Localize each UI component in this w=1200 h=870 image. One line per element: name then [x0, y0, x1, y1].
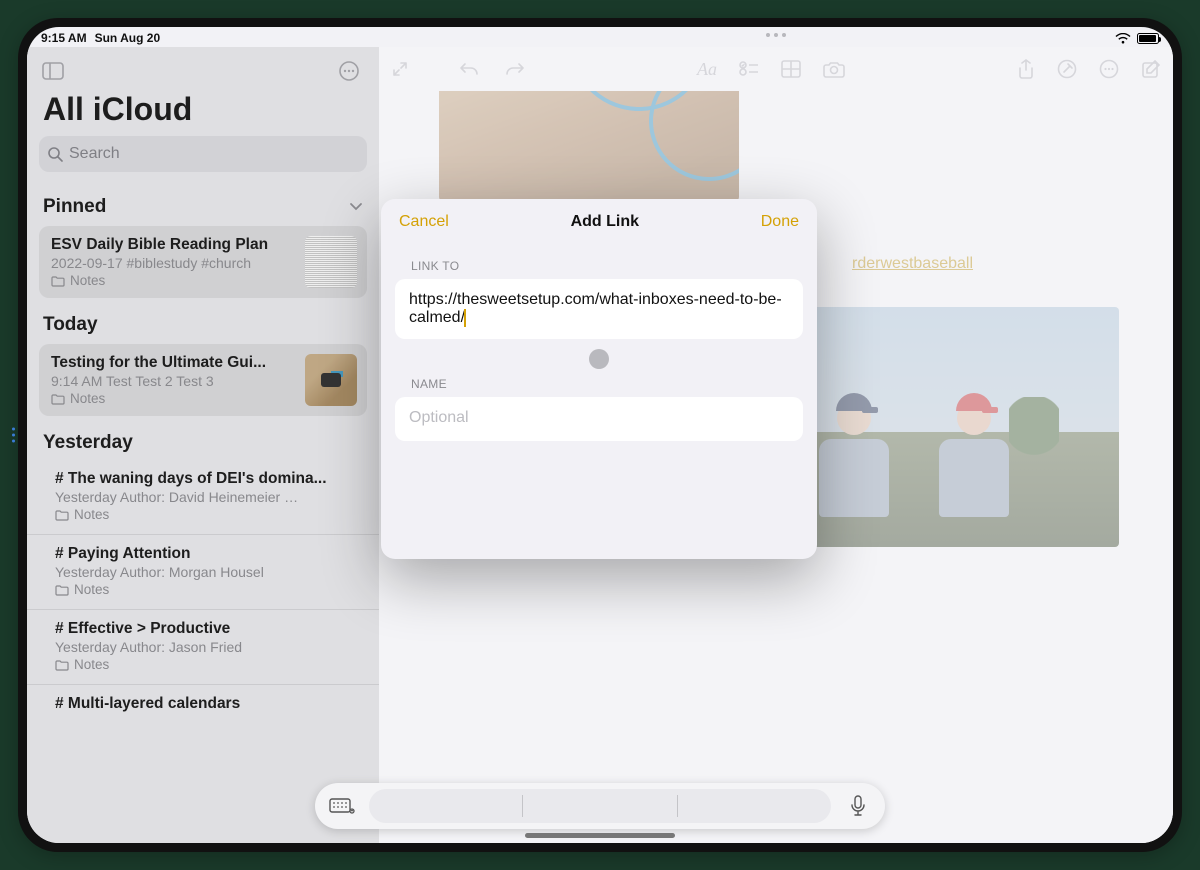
- note-thumbnail: [305, 354, 357, 406]
- note-item-pinned-0[interactable]: ESV Daily Bible Reading Plan 2022-09-17 …: [39, 226, 367, 298]
- done-button[interactable]: Done: [761, 213, 799, 231]
- status-date: Sun Aug 20: [95, 31, 161, 45]
- wifi-icon: [1115, 33, 1131, 44]
- modal-title: Add Link: [571, 213, 639, 231]
- status-time: 9:15 AM: [41, 31, 87, 45]
- battery-icon: [1137, 33, 1159, 44]
- section-pinned[interactable]: Pinned: [27, 182, 379, 224]
- quicktype-bar: [315, 783, 885, 829]
- note-item-today-0[interactable]: Testing for the Ultimate Gui... 9:14 AM …: [39, 344, 367, 416]
- note-item-y3[interactable]: # Multi-layered calendars: [27, 684, 379, 725]
- ipad-frame: 9:15 AM Sun Aug 20: [18, 18, 1182, 852]
- name-label: NAME: [381, 373, 817, 397]
- page-title: All iCloud: [27, 91, 379, 136]
- screen: 9:15 AM Sun Aug 20: [27, 27, 1173, 843]
- name-field[interactable]: Optional: [395, 397, 803, 441]
- status-bar: 9:15 AM Sun Aug 20: [27, 27, 1173, 47]
- notes-sidebar: All iCloud Search Pinned ESV Daily Bible: [27, 47, 379, 843]
- drag-handle-icon[interactable]: [589, 349, 609, 369]
- keyboard-icon[interactable]: [321, 788, 363, 824]
- quicktype-field[interactable]: [369, 789, 831, 823]
- note-item-y1[interactable]: # Paying Attention Yesterday Author: Mor…: [27, 534, 379, 609]
- more-icon[interactable]: [335, 57, 363, 85]
- link-to-field[interactable]: https://thesweetsetup.com/what-inboxes-n…: [395, 279, 803, 339]
- note-item-y0[interactable]: # The waning days of DEI's domina... Yes…: [27, 460, 379, 534]
- dictation-icon[interactable]: [837, 788, 879, 824]
- cancel-button[interactable]: Cancel: [399, 213, 449, 231]
- chevron-down-icon: [349, 202, 363, 212]
- note-item-y2[interactable]: # Effective > Productive Yesterday Autho…: [27, 609, 379, 684]
- search-placeholder: Search: [69, 145, 120, 163]
- search-input[interactable]: Search: [39, 136, 367, 172]
- section-yesterday[interactable]: Yesterday: [27, 418, 379, 460]
- link-to-label: LINK TO: [381, 243, 817, 279]
- sidebar-toggle-icon[interactable]: [39, 57, 67, 85]
- add-link-modal: Cancel Add Link Done LINK TO https://the…: [381, 199, 817, 559]
- note-thumbnail: [305, 236, 357, 288]
- text-cursor: [464, 309, 466, 327]
- multitask-dots-icon[interactable]: [766, 33, 786, 37]
- home-indicator[interactable]: [525, 833, 675, 838]
- section-today[interactable]: Today: [27, 300, 379, 342]
